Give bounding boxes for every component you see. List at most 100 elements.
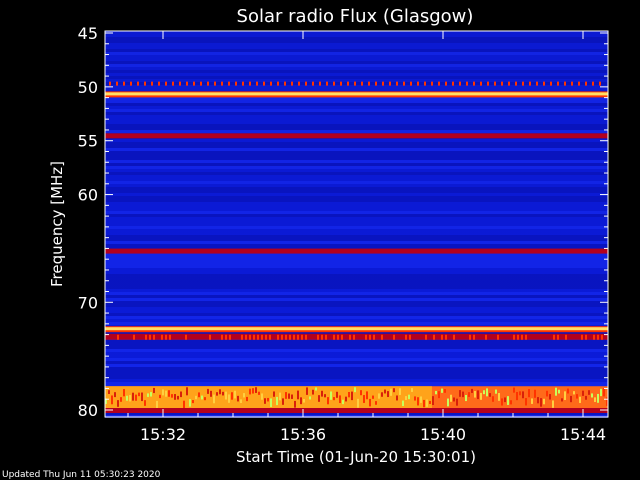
band-dot	[242, 81, 244, 86]
band-noise-speckle	[495, 389, 497, 394]
band-core	[105, 92, 608, 96]
band-noise-speckle	[138, 392, 140, 397]
band-dot	[354, 81, 356, 86]
background-stripe	[105, 244, 608, 247]
background-stripe	[105, 262, 608, 265]
background-stripe	[105, 187, 608, 190]
background-stripe	[105, 190, 608, 193]
background-stripe	[105, 193, 608, 196]
band-dot	[228, 81, 230, 86]
band-speckle	[277, 334, 279, 340]
band-noise-speckle	[309, 396, 311, 400]
band-dot	[270, 81, 272, 86]
band-noise-speckle	[192, 400, 194, 404]
band-noise-speckle	[165, 390, 167, 397]
band-noise-speckle	[294, 400, 296, 408]
background-stripe	[105, 124, 608, 127]
background-stripe	[105, 232, 608, 235]
band-noise-speckle	[489, 393, 491, 397]
background-stripe	[105, 157, 608, 160]
band-speckle	[565, 334, 567, 340]
band-speckle	[349, 334, 351, 340]
band-speckle	[365, 334, 367, 340]
band-noise-speckle	[372, 395, 374, 399]
x-tick-label: 15:44	[560, 425, 606, 444]
update-footer: Updated Thu Jun 11 05:30:23 2020	[2, 470, 161, 480]
band-noise-speckle	[267, 397, 269, 402]
background-stripe	[105, 295, 608, 298]
background-stripe	[105, 274, 608, 277]
band-noise-speckle	[507, 396, 509, 405]
band-noise-speckle	[462, 391, 464, 398]
band-speckle	[337, 334, 339, 340]
band-noise-speckle	[255, 387, 257, 393]
band-speckle	[225, 334, 227, 340]
band-dot	[459, 81, 461, 86]
band-noise-speckle	[234, 390, 236, 399]
background-stripe	[105, 259, 608, 262]
background-stripe	[105, 271, 608, 274]
band-noise-speckle	[327, 397, 329, 405]
band-noise-speckle	[117, 400, 119, 407]
background-stripe	[105, 340, 608, 343]
band-dot	[179, 81, 181, 86]
band-noise-speckle	[564, 391, 566, 401]
band-noise-speckle	[156, 400, 158, 409]
band-noise-speckle	[177, 395, 179, 400]
band-noise-speckle	[336, 391, 338, 398]
background-stripe	[105, 346, 608, 349]
background-stripe	[105, 163, 608, 166]
y-axis-label: Frequency [MHz]	[48, 161, 66, 287]
band-noise-speckle	[567, 388, 569, 394]
background-stripe	[105, 376, 608, 379]
background-stripe	[105, 103, 608, 106]
y-tick-label: 80	[78, 401, 98, 420]
band-noise-speckle	[162, 389, 164, 396]
band-speckle	[485, 334, 487, 340]
band-noise-speckle	[216, 392, 218, 396]
band-noise-speckle	[219, 389, 221, 395]
band-noise-speckle	[126, 395, 128, 401]
band-noise-speckle	[264, 398, 266, 404]
band-noise-speckle	[552, 400, 554, 408]
band-noise-speckle	[213, 394, 215, 404]
band-dot	[578, 81, 580, 86]
background-stripe	[105, 379, 608, 382]
band-noise-speckle	[453, 397, 455, 402]
band-noise-speckle	[201, 395, 203, 400]
band-noise-speckle	[408, 394, 410, 400]
band-noise-speckle	[441, 388, 443, 393]
x-axis-label: Start Time (01-Jun-20 15:30:01)	[236, 448, 476, 466]
band-noise-speckle	[522, 391, 524, 399]
band-noise-speckle	[171, 394, 173, 398]
band-speckle	[445, 334, 447, 340]
band-noise-speckle	[501, 398, 503, 406]
plot-area	[104, 30, 609, 418]
band-speckle	[353, 334, 355, 340]
band-noise-speckle	[414, 396, 416, 401]
band-dot	[424, 81, 426, 86]
band-dot	[438, 81, 440, 86]
background-stripe	[105, 316, 608, 319]
band-speckle	[285, 334, 287, 340]
background-stripe	[105, 184, 608, 187]
background-stripe	[105, 217, 608, 220]
band-speckle	[185, 334, 187, 340]
band-speckle	[441, 334, 443, 340]
band-noise-speckle	[189, 399, 191, 407]
band-noise-speckle	[435, 390, 437, 395]
band-noise-speckle	[504, 397, 506, 403]
background-stripe	[105, 352, 608, 355]
band-speckle	[497, 334, 499, 340]
band-speckle	[249, 334, 251, 340]
band-noise-speckle	[273, 391, 275, 397]
band-speckle	[117, 334, 119, 340]
band-noise-speckle	[300, 397, 302, 405]
band-noise-speckle	[444, 389, 446, 393]
band-dot	[130, 81, 132, 86]
band-noise-speckle	[339, 395, 341, 404]
band-dot	[403, 81, 405, 86]
band-dot	[284, 81, 286, 86]
band-dot	[557, 81, 559, 86]
background-stripe	[105, 40, 608, 43]
